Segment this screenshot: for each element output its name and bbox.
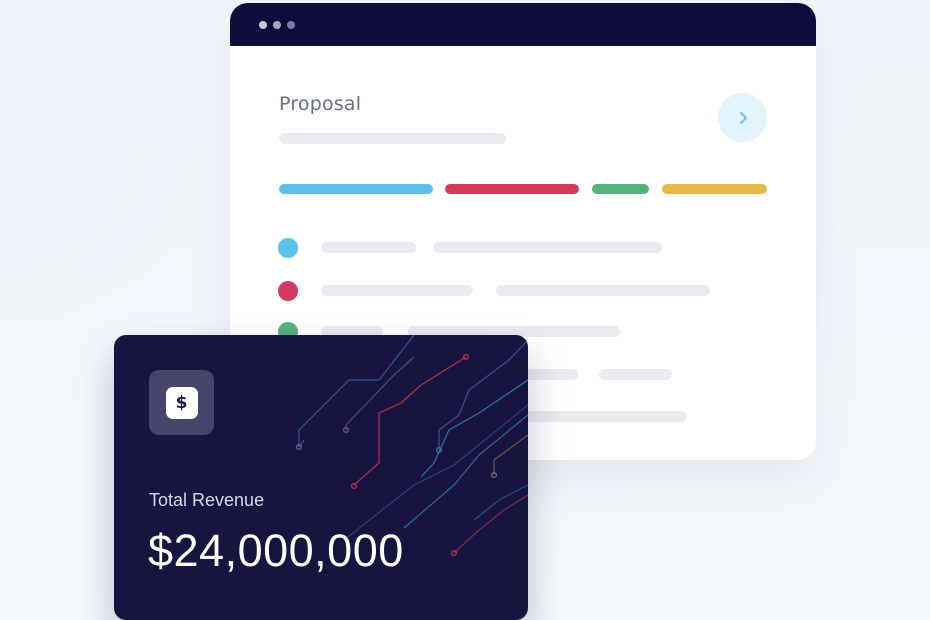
chevron-right-icon — [739, 111, 747, 124]
next-button[interactable] — [718, 93, 767, 142]
status-bar-red — [445, 184, 579, 194]
background-decoration — [0, 0, 230, 330]
list-row-placeholder — [525, 411, 687, 422]
list-row-placeholder — [321, 285, 473, 296]
dollar-icon: $ — [165, 386, 198, 419]
proposal-subtitle-placeholder — [279, 133, 506, 144]
window-controls — [259, 21, 295, 29]
status-bar-yellow — [662, 184, 767, 194]
proposal-title: Proposal — [279, 93, 362, 115]
list-row-dot-blue — [278, 238, 298, 258]
window-dot-1[interactable] — [259, 21, 267, 29]
revenue-icon-tile: $ — [149, 370, 214, 435]
list-row-dot-red — [278, 281, 298, 301]
window-dot-2[interactable] — [273, 21, 281, 29]
list-row-placeholder — [525, 369, 578, 380]
list-row-placeholder — [321, 242, 416, 253]
list-row-placeholder — [599, 369, 672, 380]
window-titlebar — [230, 3, 816, 46]
list-row-placeholder — [496, 285, 710, 296]
revenue-value: $24,000,000 — [148, 525, 404, 576]
window-dot-3[interactable] — [287, 21, 295, 29]
list-row-placeholder — [433, 242, 662, 253]
status-bar-blue — [279, 184, 433, 194]
status-bar-green — [592, 184, 649, 194]
total-revenue-card: $ Total Revenue $24,000,000 — [114, 335, 528, 620]
revenue-label: Total Revenue — [149, 490, 265, 510]
